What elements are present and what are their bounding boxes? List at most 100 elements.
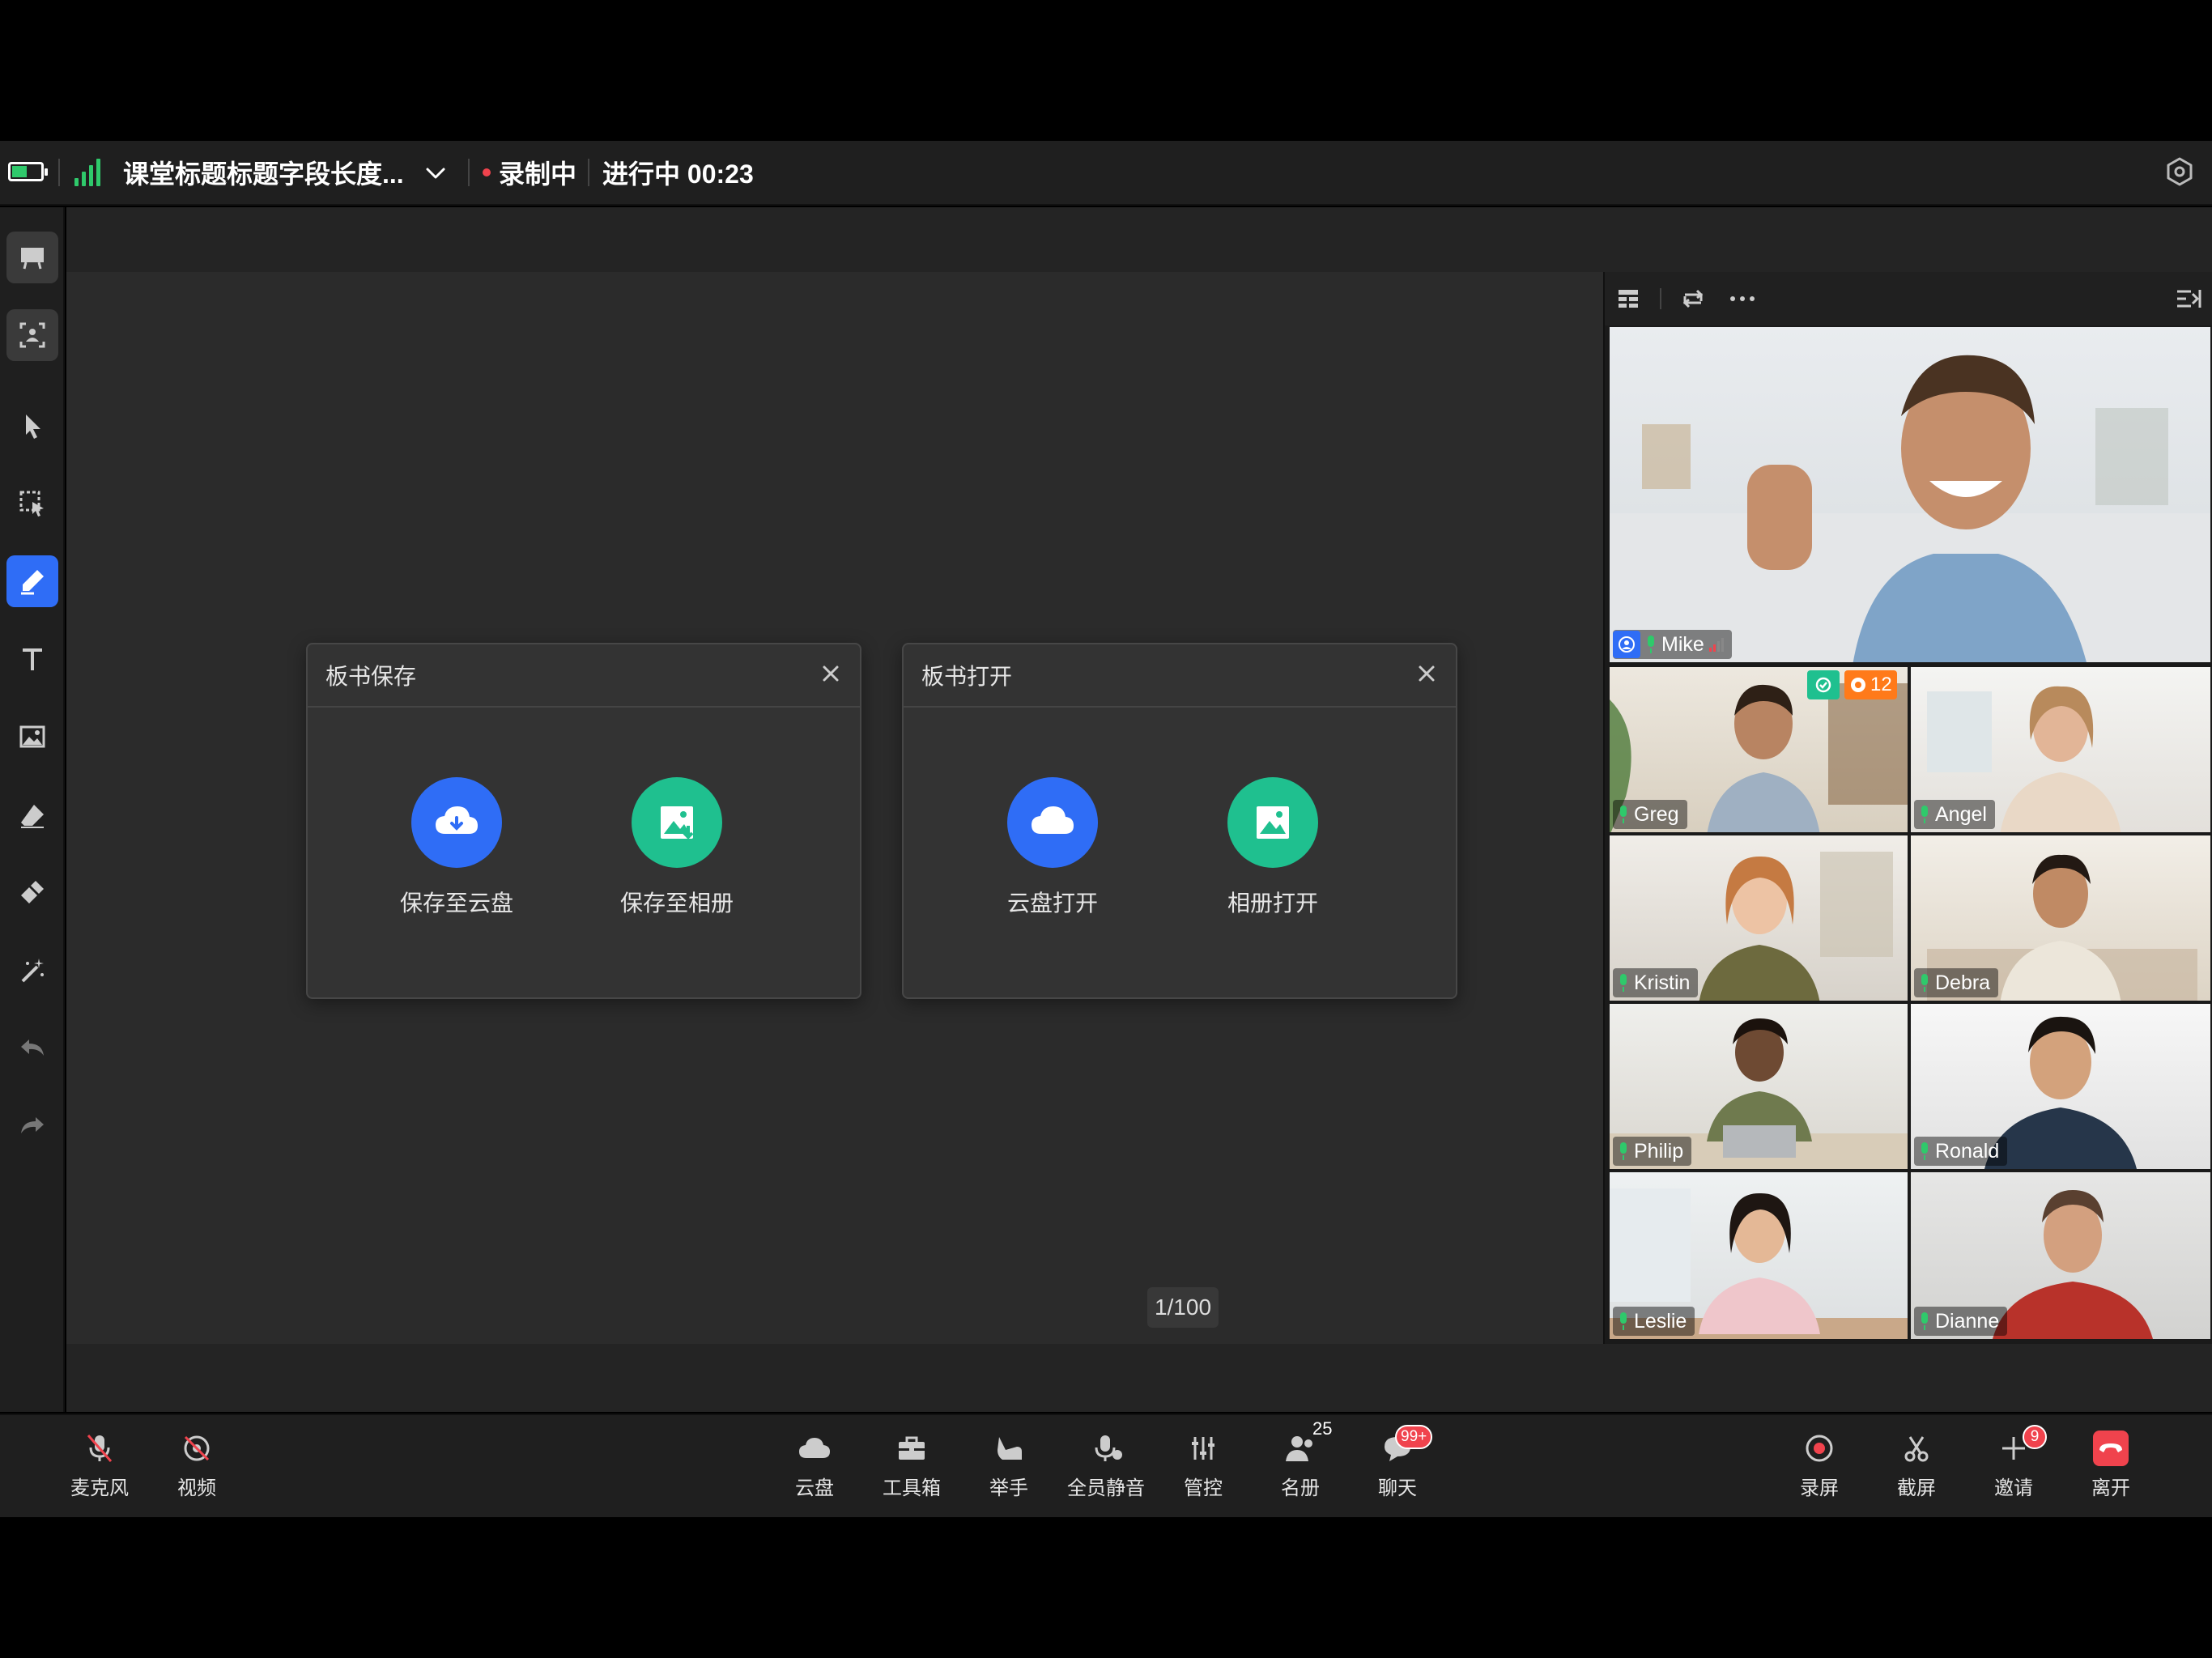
hang-up-icon (2066, 1428, 2155, 1469)
page-indicator: 1/100 (1147, 1287, 1219, 1328)
raise-hand-button[interactable]: 举手 (964, 1428, 1053, 1500)
invite-badge: 9 (2023, 1425, 2047, 1449)
cloud-icon (770, 1428, 859, 1469)
chat-icon: 99+ (1353, 1425, 1442, 1469)
reward-count-badge: 12 (1844, 670, 1897, 699)
video-tile-angel[interactable]: Angel (1909, 665, 2212, 834)
toolbox-icon (867, 1428, 956, 1469)
participant-name: Leslie (1634, 1309, 1687, 1333)
option-label: 相册打开 (1227, 891, 1318, 916)
close-icon[interactable] (819, 662, 842, 689)
screen-record-button[interactable]: 录屏 (1775, 1428, 1864, 1500)
participant-name-tag: Leslie (1613, 1307, 1695, 1336)
raise-hand-icon (964, 1428, 1053, 1469)
open-from-cloud-button[interactable]: 云盘打开 (980, 777, 1125, 918)
button-label: 视频 (177, 1477, 216, 1499)
album-icon (1227, 777, 1318, 868)
canvas-top-strip (66, 207, 2212, 272)
video-panel: Mike 12 Greg Angel Kristin Debra Philip … (1603, 272, 2212, 1344)
video-tile-greg[interactable]: 12 Greg (1608, 665, 1909, 834)
roster-button[interactable]: 25 名册 (1256, 1418, 1345, 1500)
image-tool-icon[interactable] (6, 711, 58, 763)
cloud-icon (1007, 777, 1098, 868)
button-label: 聊天 (1378, 1477, 1417, 1499)
laser-wand-icon[interactable] (6, 944, 58, 996)
video-tile-kristin[interactable]: Kristin (1608, 834, 1909, 1002)
grid-layout-icon[interactable] (1616, 287, 1640, 315)
participant-name: Ronald (1935, 1139, 2000, 1163)
collapse-panel-icon[interactable] (2175, 287, 2202, 315)
participant-name-tag: Debra (1914, 968, 1999, 997)
settings-icon[interactable] (2163, 155, 2196, 192)
network-signal-icon (1708, 637, 1724, 652)
participant-name-tag: Ronald (1914, 1137, 2008, 1166)
switch-view-icon[interactable] (1681, 287, 1705, 315)
clear-brush-icon[interactable] (6, 866, 58, 918)
invite-button[interactable]: 9 邀请 (1969, 1425, 2058, 1500)
save-to-album-button[interactable]: 保存至相册 (604, 777, 750, 918)
open-from-album-button[interactable]: 相册打开 (1200, 777, 1346, 918)
participant-name-tag: Philip (1613, 1137, 1692, 1166)
select-arrow-icon[interactable] (6, 400, 58, 452)
board-save-dialog: 板书保存 保存至云盘 保存至相册 (306, 643, 861, 999)
button-label: 全员静音 (1067, 1477, 1145, 1499)
chat-unread-badge: 99+ (1395, 1425, 1433, 1449)
save-to-cloud-button[interactable]: 保存至云盘 (384, 777, 530, 918)
option-label: 云盘打开 (1006, 891, 1098, 916)
mic-on-icon (1919, 806, 1930, 823)
more-icon[interactable] (1728, 287, 1757, 315)
screen-share-icon[interactable] (6, 309, 58, 361)
plus-icon: 9 (1969, 1425, 2058, 1469)
eraser-icon[interactable] (6, 789, 58, 840)
button-label: 麦克风 (70, 1477, 129, 1499)
text-tool-icon[interactable] (6, 633, 58, 685)
teacher-role-icon (1613, 631, 1640, 658)
video-tile-debra[interactable]: Debra (1909, 834, 2212, 1002)
cloud-drive-button[interactable]: 云盘 (770, 1428, 859, 1500)
box-select-icon[interactable] (6, 478, 58, 529)
button-label: 截屏 (1897, 1477, 1936, 1499)
option-label: 保存至相册 (619, 891, 734, 916)
class-progress: 进行中 00:23 (602, 159, 754, 189)
toolbox-button[interactable]: 工具箱 (867, 1428, 956, 1500)
record-icon (1775, 1428, 1864, 1469)
dialog-header: 板书打开 (904, 644, 1456, 708)
divider (58, 159, 60, 186)
option-label: 保存至云盘 (399, 891, 513, 916)
button-label: 邀请 (1994, 1477, 2033, 1499)
microphone-button[interactable]: 麦克风 (55, 1428, 144, 1500)
chat-button[interactable]: 99+ 聊天 (1353, 1425, 1442, 1500)
button-label: 管控 (1184, 1477, 1223, 1499)
award-badge-icon (1807, 670, 1840, 699)
leave-button[interactable]: 离开 (2066, 1428, 2155, 1500)
button-label: 云盘 (795, 1477, 834, 1499)
screenshot-button[interactable]: 截屏 (1872, 1428, 1961, 1500)
control-button[interactable]: 管控 (1159, 1428, 1248, 1500)
video-tile-philip[interactable]: Philip (1608, 1002, 1909, 1171)
video-button[interactable]: 视频 (152, 1428, 241, 1500)
video-tile-ronald[interactable]: Ronald (1909, 1002, 2212, 1171)
mute-all-button[interactable]: 全员静音 (1061, 1428, 1151, 1500)
divider (588, 159, 589, 186)
participant-name: Philip (1634, 1139, 1684, 1163)
undo-icon[interactable] (6, 1022, 58, 1073)
mic-on-icon (1919, 1312, 1930, 1330)
video-tile-main[interactable]: Mike (1608, 325, 2212, 664)
pen-icon[interactable] (6, 555, 58, 607)
video-tile-leslie[interactable]: Leslie (1608, 1171, 1909, 1341)
button-label: 录屏 (1800, 1477, 1839, 1499)
whiteboard-icon[interactable] (6, 232, 58, 283)
class-title: 课堂标题标题字段长度... (123, 159, 404, 189)
participant-name-tag: Angel (1914, 800, 1995, 829)
close-icon[interactable] (1415, 662, 1438, 689)
redo-icon[interactable] (6, 1099, 58, 1151)
button-label: 举手 (989, 1477, 1028, 1499)
mic-on-icon (1618, 1142, 1629, 1160)
bottom-toolbar: 麦克风 视频 云盘 工具箱 举手 全员静音 管控 25 名册 99+ 聊天 录屏… (0, 1414, 2212, 1517)
scissors-icon (1872, 1428, 1961, 1469)
chevron-down-icon[interactable] (421, 159, 450, 192)
participant-name-tag: Kristin (1613, 968, 1699, 997)
video-tile-dianne[interactable]: Dianne (1909, 1171, 2212, 1341)
canvas-bottom-strip (66, 1344, 2212, 1412)
mic-on-icon (1645, 636, 1657, 653)
